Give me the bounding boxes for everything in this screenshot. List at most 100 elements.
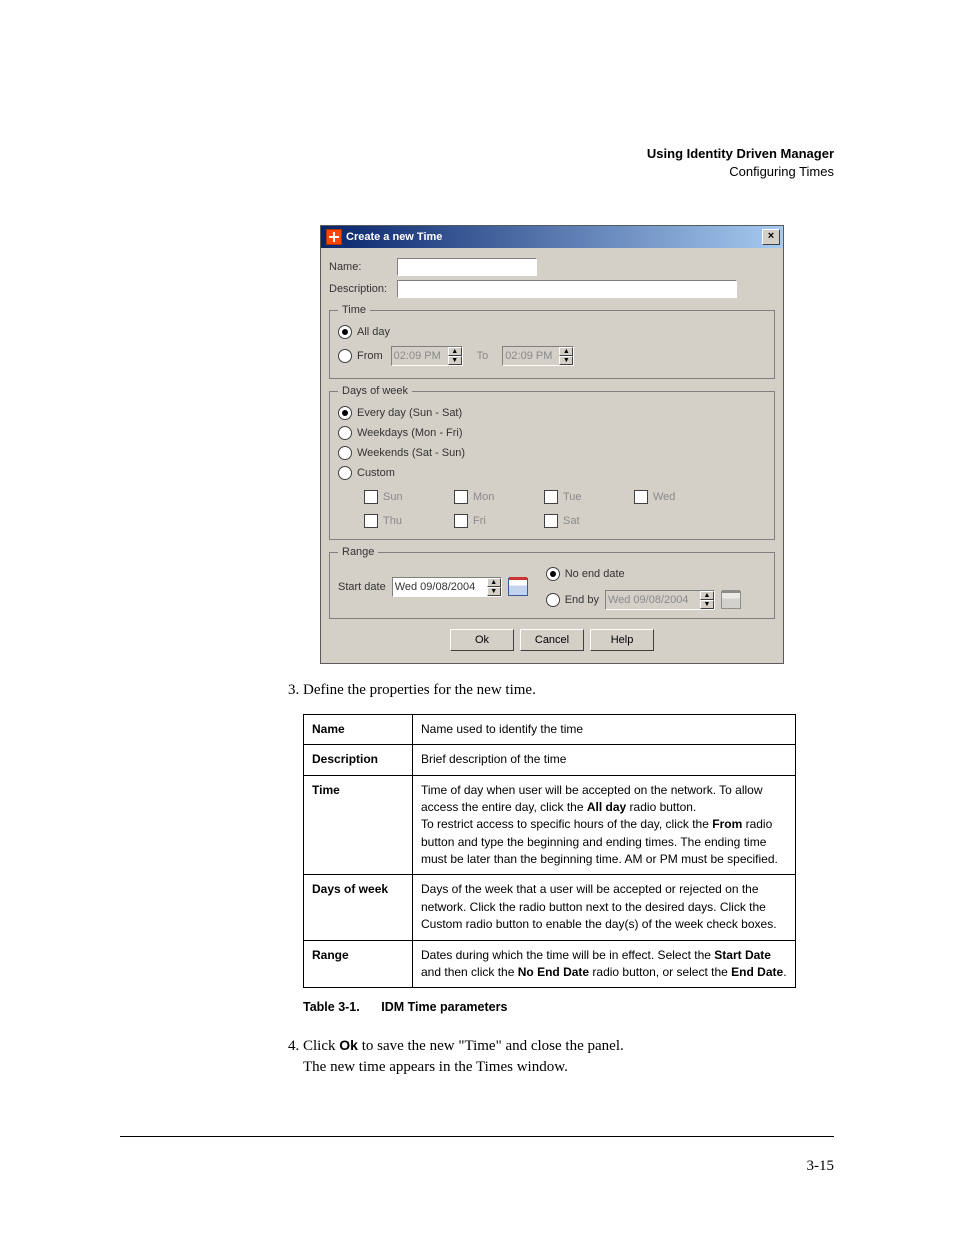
from-time-spinner[interactable]: ▲▼ [391, 346, 463, 366]
param-desc: Time of day when user will be accepted o… [413, 775, 796, 875]
radio-icon [338, 426, 352, 440]
param-name: Range [304, 940, 413, 988]
param-desc: Brief description of the time [413, 745, 796, 775]
wed-check[interactable]: Wed [634, 490, 714, 504]
create-time-dialog: Create a new Time × Name: Description: T… [320, 225, 784, 664]
checkbox-icon [544, 514, 558, 528]
no-end-date-radio[interactable]: No end date [546, 567, 741, 581]
radio-icon [338, 325, 352, 339]
radio-icon [546, 593, 560, 607]
table-caption: Table 3-1. IDM Time parameters [303, 998, 835, 1016]
radio-icon [338, 446, 352, 460]
to-label: To [477, 350, 489, 362]
start-date-label: Start date [338, 581, 386, 593]
header-title: Using Identity Driven Manager [647, 145, 834, 163]
end-date-spinner[interactable]: ▲▼ [605, 590, 715, 610]
to-time-input[interactable] [503, 347, 559, 365]
everyday-radio[interactable]: Every day (Sun - Sat) [338, 406, 462, 420]
header-subtitle: Configuring Times [647, 163, 834, 181]
param-name: Days of week [304, 875, 413, 940]
custom-radio[interactable]: Custom [338, 466, 395, 480]
no-end-date-label: No end date [565, 568, 625, 580]
weekends-radio[interactable]: Weekends (Sat - Sun) [338, 446, 465, 460]
checkbox-icon [454, 490, 468, 504]
checkbox-icon [364, 514, 378, 528]
close-button[interactable]: × [762, 229, 780, 245]
sun-check[interactable]: Sun [364, 490, 444, 504]
allday-label: All day [357, 326, 390, 338]
end-by-radio[interactable]: End by [546, 593, 599, 607]
start-date-spinner[interactable]: ▲▼ [392, 577, 502, 597]
dialog-icon [326, 229, 342, 245]
custom-label: Custom [357, 467, 395, 479]
step-4-text-b: to save the new "Time" and close the pan… [358, 1038, 624, 1054]
allday-radio[interactable]: All day [338, 325, 390, 339]
param-desc: Name used to identify the time [413, 714, 796, 744]
spin-down-icon[interactable]: ▼ [487, 587, 501, 596]
step-4-text-a: Click [303, 1038, 339, 1054]
weekdays-radio[interactable]: Weekdays (Mon - Fri) [338, 426, 463, 440]
radio-icon [546, 567, 560, 581]
from-time-input[interactable] [392, 347, 448, 365]
step-3: Define the properties for the new time. … [303, 680, 835, 1017]
dialog-titlebar: Create a new Time × [321, 226, 783, 248]
end-date-input[interactable] [606, 591, 700, 609]
page-header: Using Identity Driven Manager Configurin… [647, 145, 834, 181]
checkbox-icon [634, 490, 648, 504]
spin-down-icon[interactable]: ▼ [559, 356, 573, 365]
days-legend: Days of week [338, 385, 412, 397]
radio-icon [338, 466, 352, 480]
spin-up-icon[interactable]: ▲ [700, 591, 714, 600]
calendar-icon [721, 591, 741, 609]
help-button[interactable]: Help [590, 629, 654, 651]
sat-check[interactable]: Sat [544, 514, 624, 528]
tue-check[interactable]: Tue [544, 490, 624, 504]
calendar-icon[interactable] [508, 578, 528, 596]
thu-check[interactable]: Thu [364, 514, 444, 528]
from-radio[interactable]: From [338, 349, 383, 363]
weekdays-label: Weekdays (Mon - Fri) [357, 427, 463, 439]
from-label: From [357, 350, 383, 362]
dialog-title: Create a new Time [346, 231, 442, 243]
description-label: Description: [329, 283, 397, 295]
description-field[interactable] [397, 280, 737, 298]
step-4: Click Ok to save the new "Time" and clos… [303, 1035, 835, 1080]
ok-bold: Ok [339, 1037, 358, 1053]
time-group: Time All day From ▲▼ [329, 304, 775, 379]
to-time-spinner[interactable]: ▲▼ [502, 346, 574, 366]
step-4-text-c: The new time appears in the Times window… [303, 1059, 568, 1075]
radio-icon [338, 349, 352, 363]
weekends-label: Weekends (Sat - Sun) [357, 447, 465, 459]
end-by-label: End by [565, 594, 599, 606]
param-desc: Dates during which the time will be in e… [413, 940, 796, 988]
page-number: 3-15 [807, 1158, 835, 1175]
name-label: Name: [329, 261, 397, 273]
parameters-table: NameName used to identify the timeDescri… [303, 714, 796, 989]
spin-up-icon[interactable]: ▲ [559, 347, 573, 356]
checkbox-icon [454, 514, 468, 528]
param-desc: Days of the week that a user will be acc… [413, 875, 796, 940]
dialog-figure: Create a new Time × Name: Description: T… [320, 225, 782, 664]
radio-icon [338, 406, 352, 420]
mon-check[interactable]: Mon [454, 490, 534, 504]
step-3-text: Define the properties for the new time. [303, 682, 536, 698]
days-group: Days of week Every day (Sun - Sat) Weekd… [329, 385, 775, 540]
param-name: Time [304, 775, 413, 875]
spin-up-icon[interactable]: ▲ [487, 578, 501, 587]
spin-up-icon[interactable]: ▲ [448, 347, 462, 356]
table-row: Days of weekDays of the week that a user… [304, 875, 796, 940]
footer-rule [120, 1136, 834, 1137]
name-field[interactable] [397, 258, 537, 276]
param-name: Description [304, 745, 413, 775]
ok-button[interactable]: Ok [450, 629, 514, 651]
fri-check[interactable]: Fri [454, 514, 534, 528]
range-legend: Range [338, 546, 378, 558]
cancel-button[interactable]: Cancel [520, 629, 584, 651]
time-legend: Time [338, 304, 370, 316]
table-row: NameName used to identify the time [304, 714, 796, 744]
checkbox-icon [544, 490, 558, 504]
range-group: Range Start date ▲▼ No end date [329, 546, 775, 619]
start-date-input[interactable] [393, 578, 487, 596]
spin-down-icon[interactable]: ▼ [700, 600, 714, 609]
spin-down-icon[interactable]: ▼ [448, 356, 462, 365]
